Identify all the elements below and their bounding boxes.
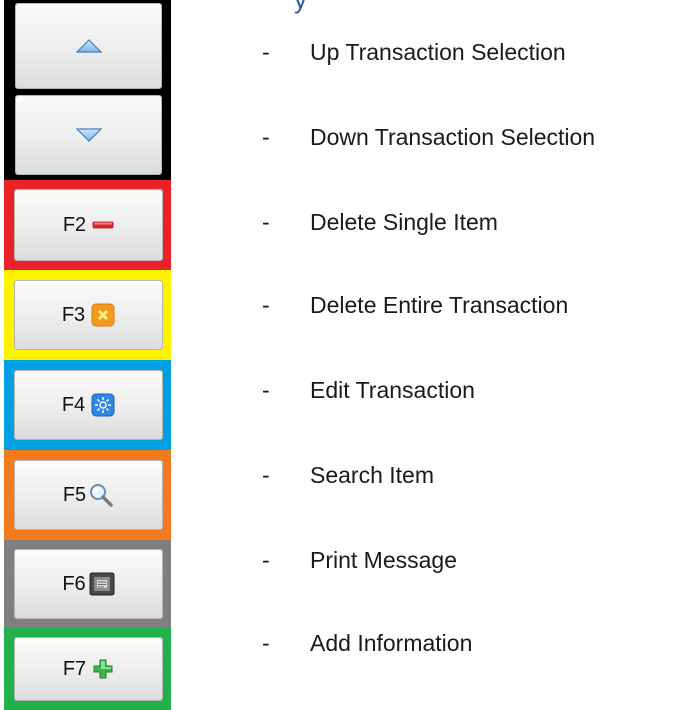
heading-fragment: y [294,0,307,12]
down-transaction-button[interactable] [15,95,162,175]
f3-key-label: F3 [61,303,86,326]
f4-edit-transaction-button[interactable]: F4 [14,370,163,440]
f4-key-label: F4 [61,393,86,416]
printer-icon [89,572,115,596]
plus-icon [92,658,114,680]
close-square-icon [91,303,115,327]
f7-key-label: F7 [62,657,87,680]
legend-delete-entire-transaction: - Delete Entire Transaction [262,292,569,318]
f6-print-message-button[interactable]: F6 [14,549,163,619]
up-transaction-button[interactable] [15,3,162,89]
edit-gear-icon [91,393,115,417]
legend-up-transaction: - Up Transaction Selection [262,39,566,65]
legend-edit-transaction: - Edit Transaction [262,377,475,403]
legend-search-item: - Search Item [262,462,434,488]
search-icon [88,482,114,508]
legend-print-message: - Print Message [262,547,458,573]
f2-key-label: F2 [62,213,87,236]
chevron-up-icon [75,39,102,53]
f7-add-information-button[interactable]: F7 [14,637,163,701]
legend-down-transaction: - Down Transaction Selection [262,124,596,150]
f5-search-item-button[interactable]: F5 [14,460,163,530]
f3-delete-transaction-button[interactable]: F3 [14,280,163,350]
legend-add-information: - Add Information [262,630,473,656]
minus-icon [92,221,114,229]
f5-key-label: F5 [62,483,87,506]
legend-delete-single-item: - Delete Single Item [262,209,498,235]
f2-delete-item-button[interactable]: F2 [14,189,163,261]
f6-key-label: F6 [62,572,86,595]
chevron-down-icon [75,128,102,142]
